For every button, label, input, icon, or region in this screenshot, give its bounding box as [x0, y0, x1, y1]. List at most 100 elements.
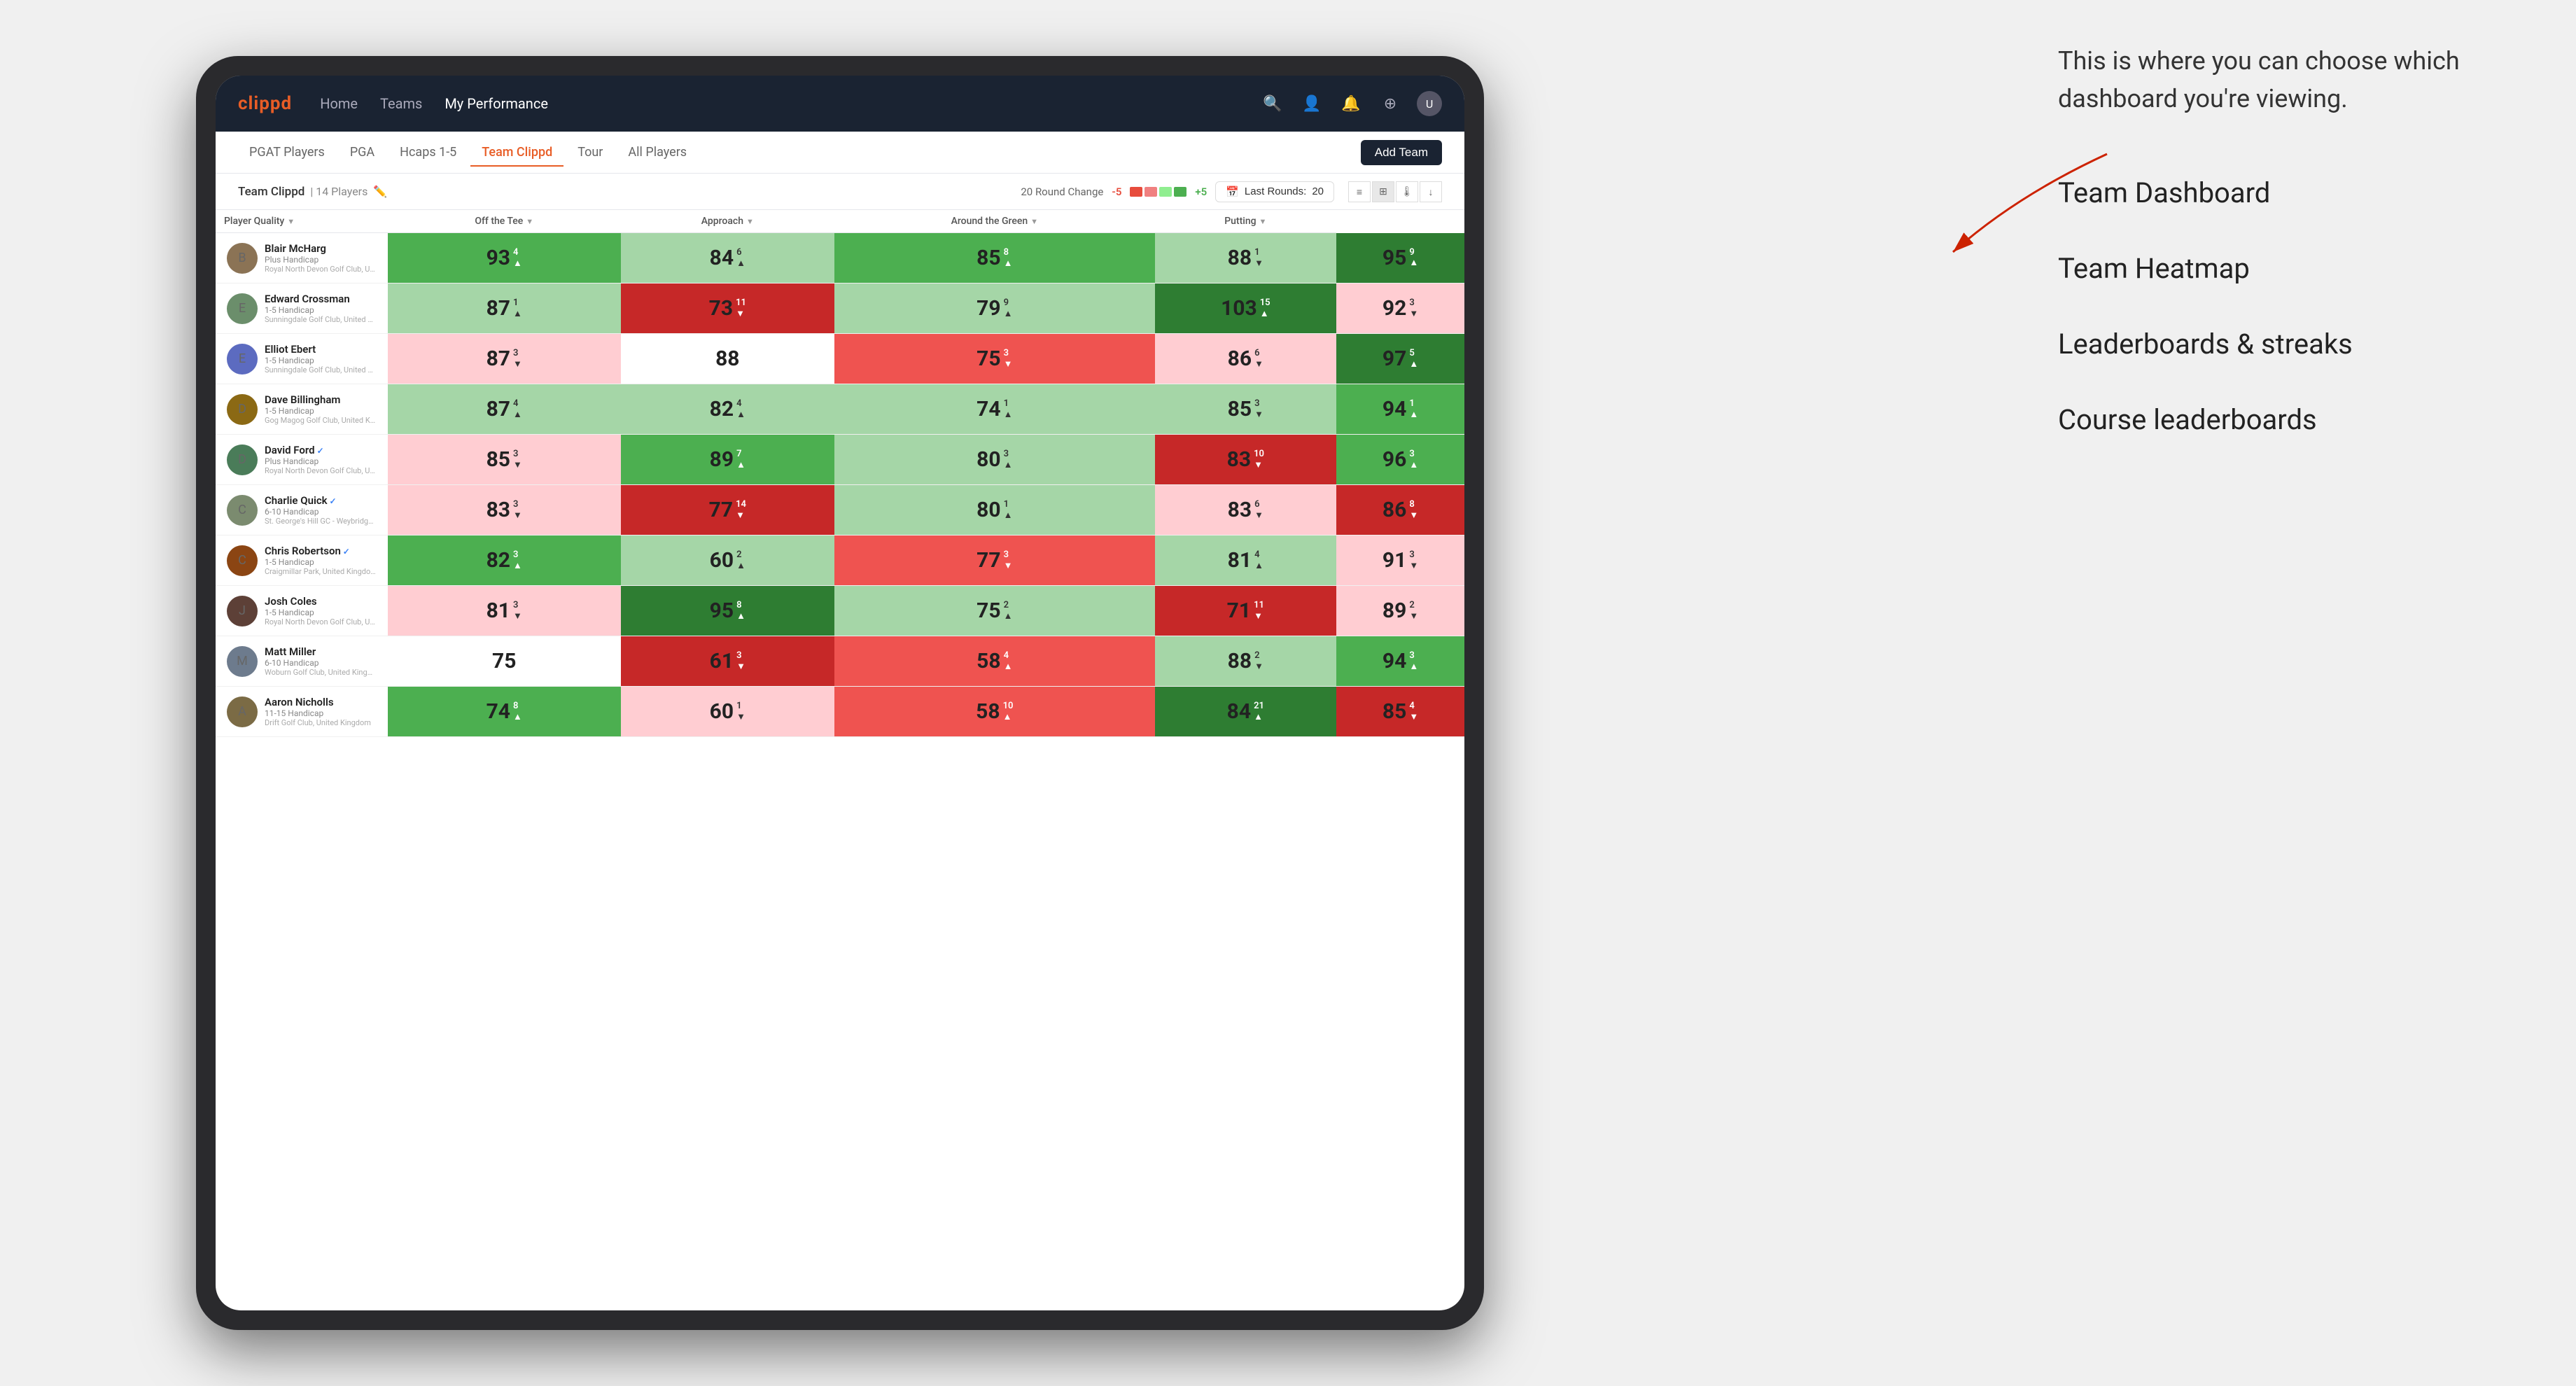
player-cell: BBlair McHargPlus HandicapRoyal North De…	[216, 233, 388, 284]
score-cell-putting[interactable]: 8421▲	[1155, 687, 1337, 737]
score-cell-putting[interactable]: 8310▼	[1155, 435, 1337, 485]
profile-icon[interactable]: 👤	[1299, 91, 1324, 116]
score-cell-off-tee[interactable]: 75	[388, 636, 621, 687]
score-cell-putting[interactable]: 853▼	[1155, 384, 1337, 435]
score-cell-approach[interactable]: 602▲	[621, 536, 835, 586]
table-row[interactable]: DDavid Ford ✓Plus HandicapRoyal North De…	[216, 435, 1464, 485]
score-cell-putting[interactable]: 881▼	[1155, 233, 1337, 284]
score-cell-around-green[interactable]: 741▲	[834, 384, 1154, 435]
score-cell-putting[interactable]: 882▼	[1155, 636, 1337, 687]
heatmap-view-button[interactable]: 🌡	[1396, 181, 1418, 202]
nav-my-performance[interactable]: My Performance	[444, 92, 548, 115]
nav-home[interactable]: Home	[320, 92, 358, 115]
last-rounds-button[interactable]: 📅 Last Rounds: 20	[1215, 181, 1334, 202]
add-team-button[interactable]: Add Team	[1361, 140, 1442, 165]
score-cell-approach[interactable]: 846▲	[621, 233, 835, 284]
score-value: 75	[492, 649, 516, 673]
score-cell-around-green[interactable]: 753▼	[834, 334, 1154, 384]
score-value: 87	[486, 296, 510, 321]
tab-hcaps[interactable]: Hcaps 1-5	[388, 139, 468, 167]
score-cell-putting[interactable]: 866▼	[1155, 334, 1337, 384]
score-cell-player-quality[interactable]: 963▲	[1336, 435, 1464, 485]
nav-teams[interactable]: Teams	[380, 92, 422, 115]
list-view-button[interactable]: ≡	[1348, 181, 1371, 202]
score-cell-player-quality[interactable]: 868▼	[1336, 485, 1464, 536]
user-avatar[interactable]: U	[1417, 91, 1442, 116]
score-cell-around-green[interactable]: 801▲	[834, 485, 1154, 536]
score-cell-player-quality[interactable]: 913▼	[1336, 536, 1464, 586]
table-row[interactable]: JJosh Coles1-5 HandicapRoyal North Devon…	[216, 586, 1464, 636]
tab-pgat-players[interactable]: PGAT Players	[238, 139, 336, 167]
download-button[interactable]: ↓	[1420, 181, 1442, 202]
score-cell-approach[interactable]: 601▼	[621, 687, 835, 737]
score-value: 91	[1382, 548, 1406, 573]
score-cell-off-tee[interactable]: 813▼	[388, 586, 621, 636]
player-name: Elliot Ebert	[265, 343, 377, 356]
avatar: M	[227, 646, 258, 677]
score-cell-approach[interactable]: 613▼	[621, 636, 835, 687]
score-change: 9▲	[1409, 247, 1418, 269]
last-rounds-label: Last Rounds:	[1245, 186, 1306, 197]
search-icon[interactable]: 🔍	[1260, 91, 1285, 116]
table-row[interactable]: CCharlie Quick ✓6-10 HandicapSt. George'…	[216, 485, 1464, 536]
score-change: 3▼	[1254, 398, 1264, 420]
table-row[interactable]: EEdward Crossman1-5 HandicapSunningdale …	[216, 284, 1464, 334]
grid-view-button[interactable]: ⊞	[1372, 181, 1394, 202]
score-change: 4▼	[1409, 701, 1418, 722]
score-cell-off-tee[interactable]: 871▲	[388, 284, 621, 334]
score-cell-off-tee[interactable]: 748▲	[388, 687, 621, 737]
table-row[interactable]: AAaron Nicholls11-15 HandicapDrift Golf …	[216, 687, 1464, 737]
score-cell-approach[interactable]: 7311▼	[621, 284, 835, 334]
score-cell-off-tee[interactable]: 874▲	[388, 384, 621, 435]
settings-icon[interactable]: ⊕	[1378, 91, 1403, 116]
score-cell-off-tee[interactable]: 873▼	[388, 334, 621, 384]
score-cell-approach[interactable]: 958▲	[621, 586, 835, 636]
score-cell-approach[interactable]: 824▲	[621, 384, 835, 435]
score-cell-around-green[interactable]: 584▲	[834, 636, 1154, 687]
score-cell-player-quality[interactable]: 854▼	[1336, 687, 1464, 737]
score-cell-around-green[interactable]: 858▲	[834, 233, 1154, 284]
score-cell-around-green[interactable]: 803▲	[834, 435, 1154, 485]
score-cell-around-green[interactable]: 752▲	[834, 586, 1154, 636]
score-cell-around-green[interactable]: 773▼	[834, 536, 1154, 586]
score-cell-player-quality[interactable]: 959▲	[1336, 233, 1464, 284]
score-cell-off-tee[interactable]: 934▲	[388, 233, 621, 284]
score-cell-player-quality[interactable]: 892▼	[1336, 586, 1464, 636]
score-cell-approach[interactable]: 7714▼	[621, 485, 835, 536]
score-cell-off-tee[interactable]: 853▼	[388, 435, 621, 485]
score-cell-off-tee[interactable]: 833▼	[388, 485, 621, 536]
score-value: 85	[1228, 397, 1252, 421]
score-value: 75	[976, 346, 1000, 371]
score-value: 77	[709, 498, 733, 522]
edit-icon[interactable]: ✏️	[373, 185, 387, 198]
table-row[interactable]: EElliot Ebert1-5 HandicapSunningdale Gol…	[216, 334, 1464, 384]
tab-pga[interactable]: PGA	[339, 139, 386, 167]
tablet-frame: clippd Home Teams My Performance 🔍 👤 🔔 ⊕…	[196, 56, 1484, 1330]
score-cell-player-quality[interactable]: 975▲	[1336, 334, 1464, 384]
score-cell-putting[interactable]: 814▲	[1155, 536, 1337, 586]
score-cell-player-quality[interactable]: 943▲	[1336, 636, 1464, 687]
score-cell-putting[interactable]: 836▼	[1155, 485, 1337, 536]
table-row[interactable]: DDave Billingham1-5 HandicapGog Magog Go…	[216, 384, 1464, 435]
player-handicap: 1-5 Handicap	[265, 608, 377, 617]
table-row[interactable]: CChris Robertson ✓1-5 HandicapCraigmilla…	[216, 536, 1464, 586]
score-cell-off-tee[interactable]: 823▲	[388, 536, 621, 586]
score-value: 81	[1228, 548, 1252, 573]
table-row[interactable]: MMatt Miller6-10 HandicapWoburn Golf Clu…	[216, 636, 1464, 687]
score-cell-player-quality[interactable]: 941▲	[1336, 384, 1464, 435]
score-cell-approach[interactable]: 88	[621, 334, 835, 384]
score-cell-player-quality[interactable]: 923▼	[1336, 284, 1464, 334]
score-cell-around-green[interactable]: 799▲	[834, 284, 1154, 334]
tab-all-players[interactable]: All Players	[617, 139, 698, 167]
score-cell-putting[interactable]: 7111▼	[1155, 586, 1337, 636]
player-name: Josh Coles	[265, 595, 377, 608]
score-cell-around-green[interactable]: 5810▲	[834, 687, 1154, 737]
bell-icon[interactable]: 🔔	[1338, 91, 1364, 116]
change-bar	[1130, 187, 1186, 197]
tab-tour[interactable]: Tour	[566, 139, 614, 167]
player-handicap: 11-15 Handicap	[265, 708, 371, 718]
score-cell-approach[interactable]: 897▲	[621, 435, 835, 485]
tab-team-clippd[interactable]: Team Clippd	[470, 139, 564, 167]
score-cell-putting[interactable]: 10315▲	[1155, 284, 1337, 334]
table-row[interactable]: BBlair McHargPlus HandicapRoyal North De…	[216, 233, 1464, 284]
